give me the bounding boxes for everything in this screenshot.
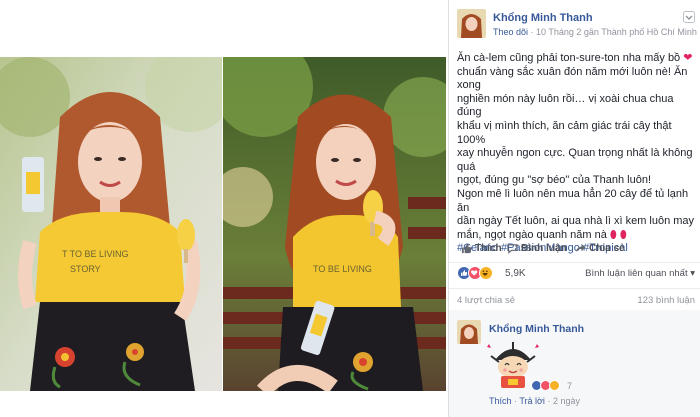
post-actions: Thích Bình luận Chia sẻ xyxy=(457,243,697,259)
author-name[interactable]: Khổng Minh Thanh xyxy=(493,12,593,24)
photo-1[interactable]: T TO BE LIVING STORY xyxy=(0,57,222,391)
share-count[interactable]: 4 lượt chia sẻ xyxy=(457,295,515,306)
svg-text:TO BE LIVING: TO BE LIVING xyxy=(313,264,372,274)
post-line-4: khẩu vị mình thích, ăn cảm giác trái cây… xyxy=(457,119,672,146)
post-meta: Theo dõi · 10 Tháng 2 gần Thành phố Hồ C… xyxy=(493,27,700,38)
photo-area: T TO BE LIVING STORY TO BE LIVING xyxy=(0,0,446,417)
comment-count[interactable]: 123 bình luận xyxy=(637,295,695,306)
post-line-9: mắn, ngọt ngào quanh năm nà ⬮ ⬮ xyxy=(457,228,627,241)
share-button[interactable]: Chia sẻ xyxy=(575,243,625,254)
post-text: Ăn cà-lem cũng phải ton-sure-ton nha mấy… xyxy=(457,52,695,256)
like-button[interactable]: Thích xyxy=(461,243,502,254)
share-icon xyxy=(575,243,586,253)
post-timestamp-location: · 10 Tháng 2 gần Thành phố Hồ Chí Minh · xyxy=(530,27,700,37)
comment-like-link[interactable]: Thích xyxy=(489,396,512,406)
post-line-8: dần ngày Tết luôn, ai qua nhà lì xì kem … xyxy=(457,215,695,228)
comment-time[interactable]: 2 ngày xyxy=(553,396,580,406)
post-line-7: Ngon mê lì luôn nên mua hẳn 20 cây để tủ… xyxy=(457,187,689,214)
heart-icon: ❤ xyxy=(683,52,693,64)
reaction-count[interactable]: 5,9K xyxy=(505,268,526,279)
commenter-name[interactable]: Khổng Minh Thanh xyxy=(489,323,584,335)
post-header: Khổng Minh Thanh Theo dõi · 10 Tháng 2 g… xyxy=(457,9,700,43)
photo-2-image: TO BE LIVING xyxy=(223,57,446,391)
svg-text:T TO BE LIVING: T TO BE LIVING xyxy=(62,249,129,259)
comment-reply-link[interactable]: Trả lời xyxy=(519,396,545,406)
author-avatar[interactable] xyxy=(457,9,486,38)
haha-reaction-icon[interactable] xyxy=(479,266,493,280)
comment-actions: Thích · Trả lời · 2 ngày xyxy=(489,396,580,406)
chevron-down-icon[interactable] xyxy=(683,11,695,23)
divider xyxy=(449,262,700,263)
post-line-1: Ăn cà-lem cũng phải ton-sure-ton nha mấy… xyxy=(457,52,693,64)
post-line-2: chuẩn vàng sắc xuân đón năm mới luôn nè!… xyxy=(457,65,688,92)
reactions-row: 5,9K Bình luận liên quan nhất ▾ xyxy=(457,266,697,282)
share-comment-stats: 4 lượt chia sẻ 123 bình luận xyxy=(457,295,697,306)
follow-link[interactable]: Theo dõi xyxy=(493,27,528,37)
comment-list: Khổng Minh Thanh 7 Thích · Trả lời · 2 n… xyxy=(449,310,700,417)
photo-2[interactable]: TO BE LIVING xyxy=(223,57,446,391)
haha-reaction-icon xyxy=(549,380,560,391)
svg-text:STORY: STORY xyxy=(70,264,101,274)
commenter-avatar[interactable] xyxy=(457,320,481,344)
comment-reactions[interactable]: 7 xyxy=(531,380,591,394)
photo-1-image: T TO BE LIVING STORY xyxy=(0,57,222,391)
post-line-3: nghiền món này luôn rồi… vị xoài chua ch… xyxy=(457,92,674,119)
post-line-5: xay nhuyễn ngon cực. Quan trọng nhất là … xyxy=(457,147,693,173)
comment-sort-dropdown[interactable]: Bình luận liên quan nhất ▾ xyxy=(585,268,695,279)
post-sidebar: Khổng Minh Thanh Theo dõi · 10 Tháng 2 g… xyxy=(448,0,700,417)
comment-reaction-count: 7 xyxy=(567,381,573,391)
comment-button[interactable]: Bình luận xyxy=(507,243,567,254)
divider xyxy=(449,288,700,289)
lantern-icon: ⬮ ⬮ xyxy=(609,228,627,241)
comment-icon xyxy=(507,244,518,254)
post-line-6: ngọt, đúng gu "sợ béo" của Thanh luôn! xyxy=(457,174,652,187)
thumbs-up-icon xyxy=(461,243,472,254)
